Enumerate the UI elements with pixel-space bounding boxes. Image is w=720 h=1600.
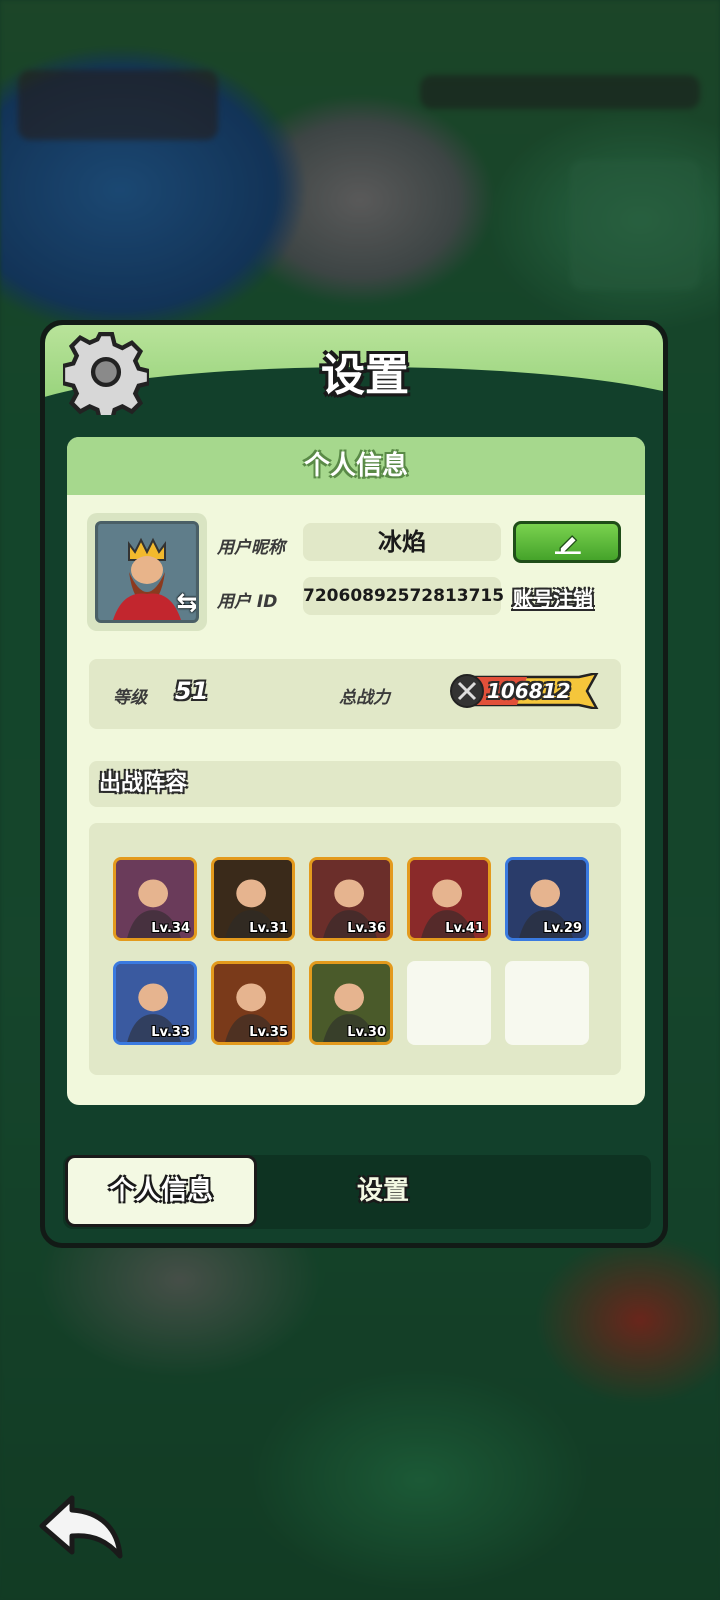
hero-level: Lv.36 xyxy=(347,921,386,936)
hero-level: Lv.41 xyxy=(445,921,484,936)
empty-hero-slot[interactable] xyxy=(505,961,589,1045)
stats-row: 等级 51 总战力 106812 xyxy=(89,659,621,729)
hero-level: Lv.33 xyxy=(151,1025,190,1040)
hero-level: Lv.29 xyxy=(543,921,582,936)
hero-level: Lv.30 xyxy=(347,1025,386,1040)
lineup-grid: Lv.34 Lv.31 Lv.36 Lv.41 Lv.29 Lv.33 Lv.35 Lv.30 xyxy=(89,823,621,1075)
hero-level: Lv.35 xyxy=(249,1025,288,1040)
hero-slot[interactable]: Lv.33 xyxy=(113,961,197,1045)
lineup-heading: 出战阵容 xyxy=(89,761,621,807)
nickname-label: 用户昵称 xyxy=(217,538,285,558)
empty-hero-slot[interactable] xyxy=(407,961,491,1045)
swap-avatar-icon[interactable]: ⇆ xyxy=(176,588,196,618)
hero-slot[interactable]: Lv.36 xyxy=(309,857,393,941)
user-id-label: 用户 ID xyxy=(217,592,278,612)
level-value: 51 xyxy=(175,677,209,705)
settings-panel: 设置 个人信息 ⇆ 用户昵称 冰焰 用户 ID 7206089257281371… xyxy=(40,320,668,1248)
avatar-inner: ⇆ xyxy=(95,521,199,623)
panel-header: 设置 xyxy=(45,325,663,421)
hero-slot[interactable]: Lv.35 xyxy=(211,961,295,1045)
power-badge: 106812 xyxy=(449,673,599,709)
hero-slot[interactable]: Lv.30 xyxy=(309,961,393,1045)
tab-settings[interactable]: 设置 xyxy=(323,1155,443,1227)
edit-nickname-button[interactable] xyxy=(513,521,621,563)
hero-slot[interactable]: Lv.31 xyxy=(211,857,295,941)
back-arrow-icon[interactable] xyxy=(36,1490,132,1560)
hero-slot[interactable]: Lv.29 xyxy=(505,857,589,941)
hero-slot[interactable]: Lv.41 xyxy=(407,857,491,941)
avatar[interactable]: ⇆ xyxy=(87,513,207,631)
hero-level: Lv.34 xyxy=(151,921,190,936)
tab-bar: 个人信息 设置 xyxy=(63,1155,651,1229)
page-title: 设置 xyxy=(321,350,409,401)
power-label: 总战力 xyxy=(339,688,390,708)
tab-personal-info[interactable]: 个人信息 xyxy=(65,1155,257,1227)
level-label: 等级 xyxy=(113,688,147,708)
user-id-field: 72060892572813715 xyxy=(303,577,504,615)
profile-card: 个人信息 ⇆ 用户昵称 冰焰 用户 ID 72060892572813715 账… xyxy=(67,437,645,1105)
nickname-field: 冰焰 xyxy=(303,523,501,561)
gear-icon xyxy=(63,332,149,415)
hero-level: Lv.31 xyxy=(249,921,288,936)
power-value: 106812 xyxy=(487,679,571,703)
hero-slot[interactable]: Lv.34 xyxy=(113,857,197,941)
card-heading: 个人信息 xyxy=(67,437,645,495)
pencil-icon xyxy=(555,535,581,554)
delete-account-link[interactable]: 账号注销 xyxy=(513,583,593,612)
